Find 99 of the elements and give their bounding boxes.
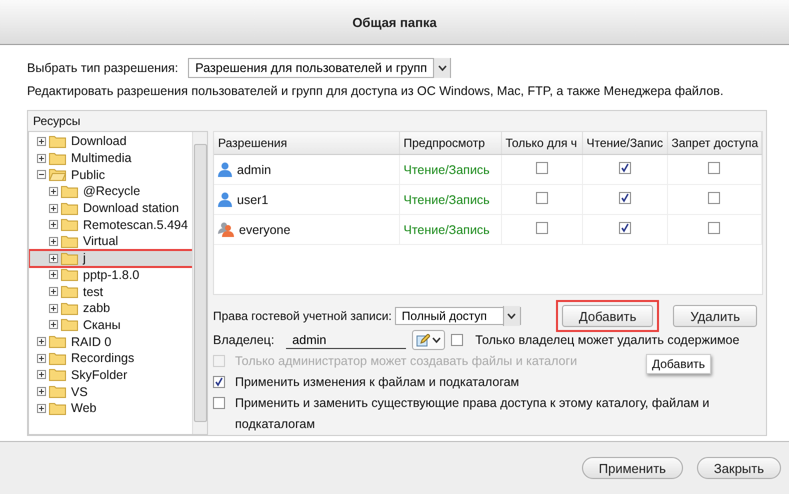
expand-icon[interactable] [37,154,46,163]
expand-icon[interactable] [49,270,58,280]
preview-text: Чтение/Запись [404,192,490,206]
checkbox[interactable] [618,162,630,174]
option-label: Применить и заменить существующие права доступа к этому каталогу, файлам и подкаталогам [235,395,710,433]
checkbox[interactable] [618,222,630,234]
tree-item[interactable]: VS [29,383,192,400]
tree-item[interactable]: Public [29,166,192,184]
checkbox[interactable] [708,162,720,174]
expand-icon[interactable] [49,186,58,196]
tree-item[interactable]: RAID 0 [29,333,192,350]
tree-item[interactable]: Download [29,133,192,150]
group-icon [218,222,234,237]
column-header[interactable]: Чтение/Запис [582,132,667,154]
checkbox[interactable] [708,222,720,234]
tree-item[interactable]: Сканы [29,316,192,334]
checkbox[interactable] [618,192,630,204]
tree-item[interactable]: Web [29,400,192,417]
user-name: user1 [237,192,268,206]
expand-icon[interactable] [37,354,46,363]
expand-icon[interactable] [49,320,58,330]
expand-icon[interactable] [49,304,58,313]
close-button[interactable]: Закрыть [696,457,781,479]
tree-item[interactable]: pptp-1.8.0 [29,266,192,284]
collapse-icon[interactable] [37,170,46,180]
expand-icon[interactable] [37,404,46,413]
caret-icon [438,65,446,71]
preview-text: Чтение/Запись [404,222,490,236]
column-header[interactable]: Разрешения [214,132,399,154]
folder-icon [61,252,78,265]
tooltip: Добавить [646,354,712,374]
window-title: Общая папка [0,0,789,45]
folder-icon [49,385,66,398]
guest-rights-dropdown[interactable]: Полный доступ [394,307,521,326]
tree-item[interactable]: SkyFolder [29,366,192,384]
column-header[interactable]: Предпросмотр [399,132,501,154]
checkbox[interactable] [708,192,720,204]
checkbox[interactable] [213,376,225,388]
folder-icon [49,352,66,365]
folder-icon [49,168,66,182]
option-label: Применить изменения к файлам и подкаталогам [235,374,520,391]
edit-button[interactable] [412,330,446,350]
delete-button[interactable]: Удалить [673,305,757,328]
checkbox[interactable] [536,162,548,174]
tree-item[interactable]: Recordings [29,350,192,367]
tree-item[interactable]: j [29,250,192,266]
preview-text: Чтение/Запись [404,162,490,176]
checkbox[interactable] [536,222,548,234]
permission-type-label: Выбрать тип разрешения: [27,61,178,75]
expand-icon[interactable] [49,287,58,296]
folder-icon [49,335,66,348]
option-label: Только администратор может создавать файлы и каталоги [235,353,578,370]
tree-item[interactable]: Download station [29,200,192,216]
scrollbar[interactable] [192,132,207,434]
caret-icon [432,337,442,344]
expand-icon[interactable] [49,236,58,246]
folder-icon [61,184,78,198]
tree-item[interactable]: Virtual [29,233,192,250]
expand-icon[interactable] [49,220,58,230]
folder-icon [61,318,78,332]
checkbox[interactable] [451,334,464,346]
folder-icon [61,285,78,298]
folder-icon [61,302,78,315]
owner-field[interactable]: admin [286,331,406,350]
folder-icon [49,152,66,165]
user-icon [218,162,232,177]
folder-icon [61,202,78,215]
expand-icon[interactable] [37,337,46,346]
owner-label: Владелец: [213,333,274,348]
folder-icon [49,368,66,382]
tree-item[interactable]: Multimedia [29,150,192,166]
expand-icon[interactable] [49,204,58,213]
user-name: admin [237,162,272,176]
caret-icon [507,313,516,320]
only-owner-delete-label: Только владелец может удалить содержимое [475,333,740,348]
tree-item[interactable]: zabb [29,300,192,317]
checkbox[interactable] [536,192,548,204]
pencil-icon [416,334,430,347]
description-text: Редактировать разрешения пользователей и групп для доступа из ОС Windows, Mac, FTP, а также Менеджера файлов. [27,83,724,100]
user-name: everyone [239,222,290,236]
expand-icon[interactable] [49,254,58,263]
permission-type-dropdown[interactable]: Разрешения для пользователей и групп [188,58,451,78]
expand-icon[interactable] [37,136,46,146]
expand-icon[interactable] [37,370,46,380]
resources-title: Ресурсы [32,113,82,130]
add-button[interactable]: Добавить [562,305,654,328]
column-header[interactable]: Только для ч [501,132,582,154]
folder-icon [49,134,66,148]
folder-icon [61,218,78,232]
tree-item[interactable]: Remotescan.5.494 [29,216,192,234]
checkbox[interactable] [213,397,225,409]
expand-icon[interactable] [37,387,46,396]
apply-button[interactable]: Применить [582,457,683,479]
column-header[interactable]: Запрет доступа [667,132,762,154]
folder-icon [49,402,66,415]
user-icon [218,192,232,207]
guest-rights-label: Права гостевой учетной записи: [213,309,392,324]
tree-item[interactable]: test [29,283,192,300]
tree-item[interactable]: @Recycle [29,183,192,200]
